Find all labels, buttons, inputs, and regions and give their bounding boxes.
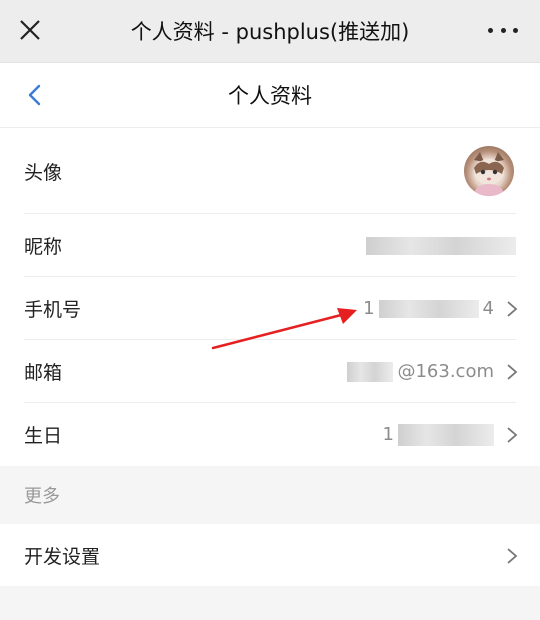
chevron-right-icon — [507, 547, 518, 564]
nickname-row[interactable]: 昵称 — [0, 214, 540, 277]
email-label: 邮箱 — [24, 362, 63, 384]
avatar-row[interactable]: 头像 — [0, 128, 540, 214]
more-icon[interactable] — [488, 18, 518, 42]
chevron-right-icon — [507, 363, 518, 380]
phone-suffix: 4 — [482, 298, 494, 319]
window-title: 个人资料 - pushplus(推送加) — [130, 20, 410, 44]
page-title: 个人资料 — [228, 84, 312, 108]
bottom-spacer — [0, 586, 540, 620]
window-titlebar: 个人资料 - pushplus(推送加) — [0, 0, 540, 63]
birthday-label: 生日 — [24, 425, 63, 447]
dev-settings-label: 开发设置 — [24, 546, 101, 568]
close-icon[interactable] — [16, 16, 44, 44]
nickname-value-redacted — [366, 236, 516, 255]
annotation-arrow — [211, 308, 357, 350]
birthday-prefix: 1 — [382, 424, 394, 445]
phone-label: 手机号 — [24, 299, 82, 321]
navbar: 个人资料 — [0, 63, 540, 128]
avatar-label: 头像 — [24, 161, 63, 184]
back-chevron-icon[interactable] — [24, 83, 46, 107]
birthday-value-redacted — [398, 423, 494, 446]
more-section-header: 更多 — [0, 466, 540, 524]
chevron-right-icon — [507, 300, 518, 317]
nickname-label: 昵称 — [24, 236, 63, 258]
profile-list: 头像 昵称 手机号 1 4 邮箱 @163.com 生日 1 — [0, 128, 540, 466]
phone-value-redacted — [378, 299, 479, 318]
birthday-row[interactable]: 生日 1 — [0, 403, 540, 466]
email-value-redacted — [347, 361, 394, 382]
avatar[interactable] — [464, 146, 514, 196]
email-domain: @163.com — [397, 361, 494, 382]
chevron-right-icon — [507, 426, 518, 443]
more-list: 开发设置 — [0, 524, 540, 587]
dev-settings-row[interactable]: 开发设置 — [0, 524, 540, 587]
